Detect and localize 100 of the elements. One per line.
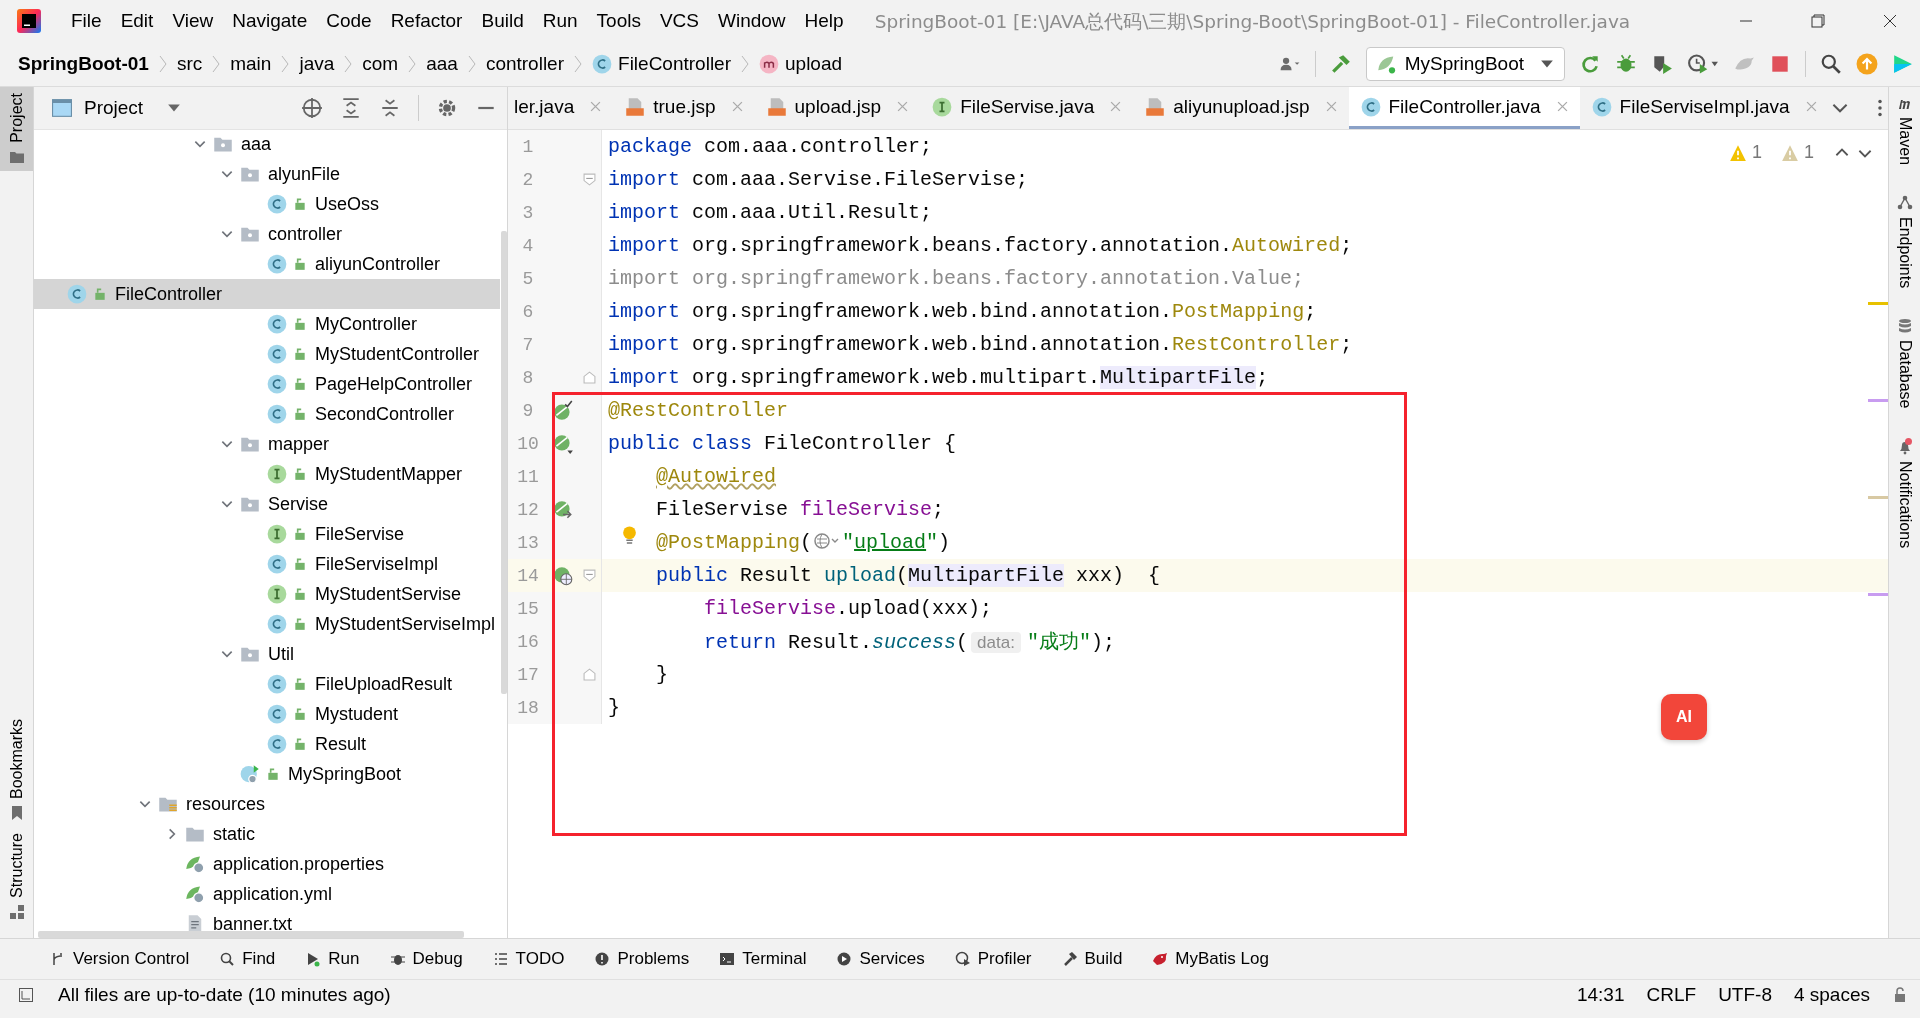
tree-item[interactable]: application.properties (131, 849, 500, 879)
tree-item[interactable]: MySpringBoot (186, 759, 500, 789)
menu-item[interactable]: Tools (596, 10, 641, 32)
tool-window-button[interactable]: Endpoints (1895, 195, 1914, 289)
editor-tab[interactable]: aliyunupload.jsp (1133, 87, 1349, 129)
breadcrumb[interactable]: FileController (618, 53, 731, 75)
menu-item[interactable]: Code (326, 10, 372, 32)
tool-window-button[interactable]: Project (0, 87, 33, 171)
settings-icon[interactable] (436, 97, 458, 119)
menu-item[interactable]: Build (481, 10, 524, 32)
breadcrumb[interactable]: main (230, 53, 272, 75)
tool-window-button[interactable]: Run (305, 949, 360, 969)
tool-window-button[interactable]: Problems (594, 949, 690, 969)
locate-icon[interactable] (301, 97, 323, 119)
menu-item[interactable]: Refactor (390, 10, 463, 32)
status-item[interactable]: UTF-8 (1718, 984, 1772, 1006)
tree-item[interactable]: PageHelpController (186, 369, 500, 399)
bean-link-icon[interactable] (552, 498, 574, 521)
menu-item[interactable]: Run (542, 10, 578, 32)
fold-icon[interactable] (582, 569, 596, 582)
menu-item[interactable]: Window (718, 10, 786, 32)
tree-item[interactable]: MyStudentController (186, 339, 500, 369)
close-icon[interactable] (1882, 13, 1898, 29)
tool-window-button[interactable]: Version Control (50, 949, 190, 969)
menu-item[interactable]: Help (804, 10, 844, 32)
ai-assistant-button[interactable]: AI (1661, 694, 1707, 740)
tree-item[interactable]: UseOss (186, 189, 500, 219)
breadcrumb[interactable]: SpringBoot-01 (18, 53, 149, 75)
tree-item[interactable]: controller (186, 219, 500, 249)
tool-window-button[interactable]: Find (219, 949, 276, 969)
tree-item[interactable]: FileServiseImpl (186, 549, 500, 579)
tool-window-button[interactable]: Debug (389, 949, 463, 969)
tree-item[interactable]: MyStudentServise (186, 579, 500, 609)
tree-item[interactable]: MyController (186, 309, 500, 339)
run-configuration-dropdown[interactable]: MySpringBoot (1365, 47, 1565, 81)
restore-icon[interactable] (1810, 13, 1826, 29)
bean-icon[interactable] (552, 432, 574, 455)
tool-window-button[interactable]: Database (1895, 318, 1914, 409)
editor-tab[interactable]: FileController.java (1348, 87, 1580, 129)
tree-item[interactable]: aaa (186, 130, 500, 159)
lock-icon[interactable] (1892, 987, 1908, 1003)
tree-item[interactable]: resources (131, 789, 500, 819)
tool-window-button[interactable]: Terminal (719, 949, 807, 969)
profiler-icon[interactable] (1687, 53, 1719, 75)
editor-tab[interactable]: FileServiseImpl.java (1579, 87, 1829, 129)
tool-window-button[interactable]: Structure (0, 827, 33, 926)
tree-item[interactable]: MyStudentMapper (186, 459, 500, 489)
lightbulb-icon[interactable] (621, 525, 638, 547)
collapse-all-icon[interactable] (379, 97, 401, 119)
breadcrumb[interactable]: controller (485, 53, 565, 75)
menu-item[interactable]: View (172, 10, 214, 32)
editor-tab[interactable]: upload.jsp (754, 87, 921, 129)
tree-item[interactable]: alyunFile (186, 159, 500, 189)
tool-window-button[interactable]: Build (1061, 949, 1123, 969)
tree-item[interactable]: Mystudent (186, 699, 500, 729)
hammer-icon[interactable] (1329, 53, 1352, 75)
menu-item[interactable]: Edit (120, 10, 154, 32)
tree-item[interactable]: FileServise (186, 519, 500, 549)
editor-tab[interactable]: ler.java (508, 87, 614, 129)
tool-window-button[interactable]: Notifications (1895, 438, 1914, 548)
tree-item[interactable]: MyStudentServiseImpl (186, 609, 500, 639)
tool-window-button[interactable]: MyBatis Log (1152, 949, 1269, 969)
editor-tab[interactable]: true.jsp (613, 87, 755, 129)
globe-bean-icon[interactable] (552, 564, 574, 587)
menu-item[interactable]: Navigate (232, 10, 308, 32)
tool-window-button[interactable]: Bookmarks (0, 713, 33, 828)
status-item[interactable]: CRLF (1646, 984, 1697, 1006)
panel-toggle-icon[interactable] (18, 987, 34, 1003)
scrollbar[interactable] (501, 231, 507, 694)
tree-item[interactable]: Result (186, 729, 500, 759)
tree-item[interactable]: FileController (34, 279, 500, 309)
tree-item[interactable]: aliyunController (186, 249, 500, 279)
tree-item[interactable]: application.yml (131, 879, 500, 909)
tree-item[interactable]: mapper (186, 429, 500, 459)
tool-window-button[interactable]: Profiler (954, 949, 1032, 969)
tool-window-button[interactable]: Services (836, 949, 925, 969)
menu-item[interactable]: VCS (659, 10, 699, 32)
tree-item[interactable]: banner.txt (131, 909, 500, 938)
fold-icon[interactable] (582, 173, 596, 186)
bean-check-icon[interactable] (552, 399, 574, 422)
breadcrumb[interactable]: java (299, 53, 335, 75)
menu-item[interactable]: File (71, 10, 102, 32)
tree-item[interactable]: FileUploadResult (186, 669, 500, 699)
coverage-icon[interactable] (1651, 53, 1673, 75)
breadcrumb[interactable]: aaa (426, 53, 458, 75)
search-icon[interactable] (1820, 53, 1842, 75)
tree-item[interactable]: static (131, 819, 500, 849)
expand-all-icon[interactable] (340, 97, 362, 119)
tree-item[interactable]: Servise (186, 489, 500, 519)
tool-window-button[interactable]: TODO (492, 949, 565, 969)
debug-bug-icon[interactable] (1615, 53, 1637, 75)
editor-tab[interactable]: FileServise.java (920, 87, 1134, 129)
tool-window-button[interactable]: Maven (1895, 95, 1914, 166)
breadcrumb[interactable]: com (362, 53, 399, 75)
stop-icon[interactable] (1769, 53, 1791, 75)
tree-item[interactable]: Util (186, 639, 500, 669)
rerun-icon[interactable] (1579, 53, 1601, 75)
breadcrumb[interactable]: src (176, 53, 203, 75)
breadcrumb[interactable]: upload (785, 53, 843, 75)
status-item[interactable]: 14:31 (1576, 984, 1625, 1006)
